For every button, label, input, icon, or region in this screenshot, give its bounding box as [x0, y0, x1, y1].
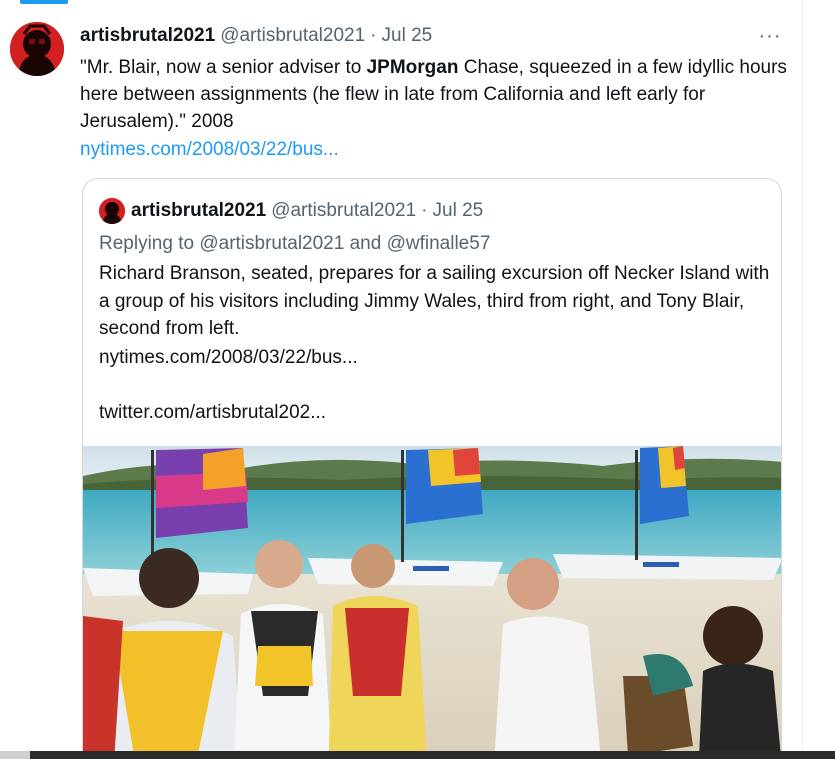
- quoted-separator-dot: ·: [421, 200, 428, 221]
- quoted-date[interactable]: Jul 25: [433, 200, 484, 222]
- tweet-text-bold: JPMorgan: [366, 57, 459, 78]
- quoted-text: Richard Branson, seated, prepares for a …: [99, 263, 770, 339]
- replying-to: Replying to @artisbrutal2021 and @wfinal…: [99, 230, 490, 257]
- quoted-header: artisbrutal2021 @artisbrutal2021 · Jul 2…: [131, 198, 483, 224]
- tweet-date[interactable]: Jul 25: [382, 25, 433, 47]
- avatar[interactable]: [10, 22, 64, 76]
- beach-sailing-photo: [83, 446, 781, 759]
- quoted-author-name[interactable]: artisbrutal2021: [131, 200, 266, 222]
- quoted-photo[interactable]: [83, 446, 781, 759]
- quoted-author-handle[interactable]: @artisbrutal2021: [271, 200, 416, 222]
- replying-prefix: Replying to: [99, 233, 200, 254]
- separator-dot: ·: [370, 25, 377, 46]
- author-name[interactable]: artisbrutal2021: [80, 25, 215, 47]
- tweet-link[interactable]: nytimes.com/2008/03/22/bus...: [80, 139, 339, 160]
- quoted-link2[interactable]: twitter.com/artisbrutal202...: [99, 399, 326, 426]
- mention-user1[interactable]: @artisbrutal2021: [199, 233, 344, 254]
- replying-and: and: [344, 233, 387, 254]
- mention-user2[interactable]: @wfinalle57: [387, 233, 491, 254]
- author-handle[interactable]: @artisbrutal2021: [220, 25, 365, 47]
- quoted-avatar-image: [99, 198, 125, 224]
- taskbar-segment: [0, 751, 30, 759]
- tweet-header: artisbrutal2021 @artisbrutal2021 · Jul 2…: [80, 24, 432, 48]
- more-horizontal-icon[interactable]: ···: [756, 25, 784, 47]
- taskbar-strip: [0, 751, 835, 759]
- tweet-text-part1: "Mr. Blair, now a senior adviser to: [80, 57, 367, 78]
- tweet[interactable]: artisbrutal2021 @artisbrutal2021 · Jul 2…: [0, 0, 802, 759]
- quoted-tweet[interactable]: artisbrutal2021 @artisbrutal2021 · Jul 2…: [82, 178, 782, 759]
- tweet-text: "Mr. Blair, now a senior adviser to JPMo…: [80, 54, 792, 135]
- avatar-image: [10, 22, 64, 76]
- quoted-avatar[interactable]: [99, 198, 125, 224]
- quoted-link1[interactable]: nytimes.com/2008/03/22/bus...: [99, 344, 358, 371]
- column-divider: [802, 0, 803, 759]
